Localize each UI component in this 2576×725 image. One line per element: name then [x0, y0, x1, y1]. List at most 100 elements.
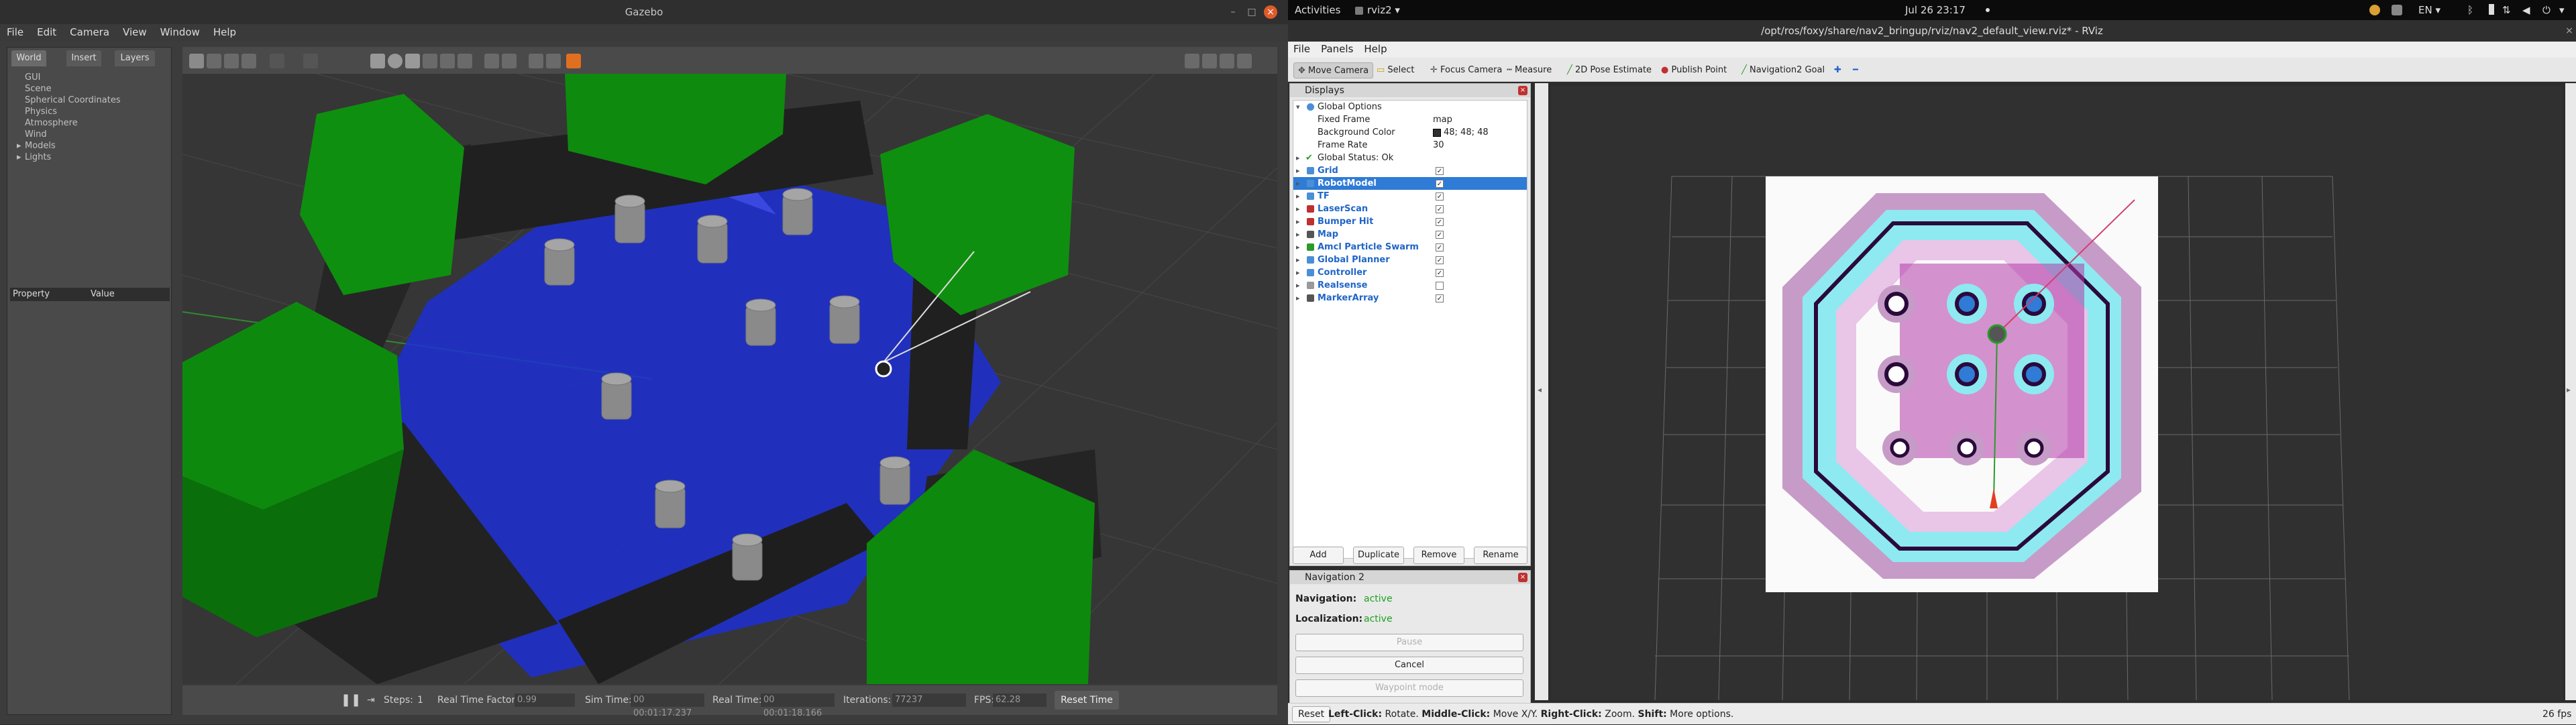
display-row-realsense[interactable]: ▸ Realsense [1293, 279, 1527, 292]
rename-button[interactable]: Rename [1474, 547, 1527, 564]
display-enabled-checkbox[interactable]: ✓ [1436, 192, 1444, 201]
display-enabled-checkbox[interactable]: ✓ [1436, 218, 1444, 226]
display-enabled-checkbox[interactable]: ✓ [1436, 269, 1444, 277]
plot-icon[interactable] [1220, 54, 1234, 68]
expand-icon[interactable]: ▸ [1296, 190, 1300, 203]
display-row-amcl-particle-swarm[interactable]: ▸ Amcl Particle Swarm ✓ [1293, 241, 1527, 254]
menu-help[interactable]: Help [207, 24, 243, 38]
rviz-menu-help[interactable]: Help [1358, 42, 1392, 55]
expand-icon[interactable]: ▸ [1296, 164, 1300, 177]
remove-button[interactable]: Remove [1413, 547, 1464, 564]
tab-world[interactable]: World [11, 50, 46, 66]
tab-layers[interactable]: Layers [115, 50, 155, 66]
global-options-row[interactable]: ▾ Global Options [1293, 101, 1527, 113]
display-row-robotmodel[interactable]: ▸ RobotModel ✓ [1293, 177, 1527, 190]
tree-item-models[interactable]: Models [25, 140, 56, 152]
system-menu-icon[interactable]: ▾ [2559, 4, 2565, 16]
expand-icon[interactable]: ▸ [1296, 215, 1300, 228]
nav2-close-icon[interactable]: × [1518, 573, 1527, 582]
step-icon[interactable]: ⇥ [367, 693, 375, 707]
remove-tool-icon[interactable]: ━ [1849, 62, 1862, 78]
display-row-markerarray[interactable]: ▸ MarkerArray ✓ [1293, 292, 1527, 304]
copy-icon[interactable] [484, 54, 499, 68]
tree-item-wind[interactable]: Wind [25, 129, 47, 140]
display-row-tf[interactable]: ▸ TF ✓ [1293, 190, 1527, 203]
tool-measure[interactable]: ┅ Measure [1503, 62, 1556, 78]
minimize-button[interactable]: – [1226, 5, 1240, 19]
tab-insert[interactable]: Insert [66, 50, 101, 66]
fixed-frame-value[interactable]: map [1433, 113, 1452, 126]
tool-navigation2-goal[interactable]: ╱ Navigation2 Goal [1737, 62, 1829, 78]
display-row-laserscan[interactable]: ▸ LaserScan ✓ [1293, 203, 1527, 215]
global-status-row[interactable]: ▸ ✔ Global Status: Ok [1293, 152, 1527, 164]
waypoint-mode-button[interactable]: Waypoint mode [1295, 679, 1523, 697]
bluetooth-icon[interactable]: ᛒ [2467, 4, 2473, 16]
tree-item-lights[interactable]: Lights [25, 152, 51, 163]
color-swatch[interactable] [1433, 129, 1441, 137]
rviz-menu-panels[interactable]: Panels [1316, 42, 1358, 55]
right-splitter[interactable]: ▸ [2565, 83, 2576, 700]
display-row-grid[interactable]: ▸ Grid ✓ [1293, 164, 1527, 177]
volume-icon[interactable]: ◀ [2522, 4, 2530, 16]
pause-icon[interactable]: ❚❚ [341, 693, 361, 707]
display-enabled-checkbox[interactable]: ✓ [1436, 294, 1444, 302]
display-row-global-planner[interactable]: ▸ Global Planner ✓ [1293, 254, 1527, 266]
log-icon[interactable] [1202, 54, 1217, 68]
battery-icon[interactable] [2489, 4, 2494, 15]
menu-window[interactable]: Window [154, 24, 207, 38]
duplicate-button[interactable]: Duplicate [1353, 547, 1404, 564]
add-tool-icon[interactable]: ✚ [1830, 62, 1845, 78]
spot-light-icon[interactable] [440, 54, 455, 68]
gazebo-3d-scene[interactable] [182, 74, 1277, 684]
power-icon[interactable]: ⏻ [2542, 4, 2551, 16]
expand-icon[interactable]: ▸ [1296, 228, 1300, 241]
tool-publish-point[interactable]: ● Publish Point [1657, 62, 1731, 78]
rviz-close-button[interactable]: × [2563, 24, 2576, 38]
rotate-mode-icon[interactable] [224, 54, 239, 68]
collapse-icon[interactable]: ▾ [1296, 101, 1300, 113]
fixed-frame-row[interactable]: Fixed Frame map [1293, 113, 1527, 126]
change-view-icon[interactable] [566, 54, 581, 68]
frame-rate-row[interactable]: Frame Rate 30 [1293, 139, 1527, 152]
expand-icon[interactable]: ▸ [1296, 266, 1300, 279]
display-enabled-checkbox[interactable]: ✓ [1436, 243, 1444, 252]
select-mode-icon[interactable] [189, 54, 204, 68]
expand-icon[interactable]: ▸ [1296, 203, 1300, 215]
align-icon[interactable] [529, 54, 543, 68]
language-selector[interactable]: EN ▾ [2418, 4, 2440, 16]
rviz-3d-view[interactable] [1551, 86, 2563, 700]
frame-rate-value[interactable]: 30 [1433, 139, 1444, 152]
tool-focus-camera[interactable]: ✛ Focus Camera [1426, 62, 1506, 78]
screenshot-icon[interactable] [1185, 54, 1199, 68]
tool-move-camera[interactable]: ✥ Move Camera [1293, 62, 1374, 78]
expand-icon[interactable]: ▸ [1296, 279, 1300, 292]
expand-icon[interactable]: ▸ [1296, 177, 1300, 190]
displays-close-icon[interactable]: × [1518, 86, 1527, 95]
activities-button[interactable]: Activities [1295, 4, 1340, 16]
pause-button[interactable]: Pause [1295, 634, 1523, 651]
add-button[interactable]: Add [1293, 547, 1344, 564]
tool-select[interactable]: ▭ Select [1373, 62, 1419, 78]
display-enabled-checkbox[interactable]: ✓ [1436, 180, 1444, 188]
collapse-right-icon[interactable]: ▸ [2567, 385, 2571, 394]
redo-icon[interactable] [303, 54, 318, 68]
network-icon[interactable]: ⇅ [2502, 4, 2511, 16]
display-row-bumper-hit[interactable]: ▸ Bumper Hit ✓ [1293, 215, 1527, 228]
display-row-map[interactable]: ▸ Map ✓ [1293, 228, 1527, 241]
display-enabled-checkbox[interactable]: ✓ [1436, 205, 1444, 213]
tree-expand-models[interactable]: ▸ [17, 140, 21, 152]
maximize-button[interactable]: □ [1245, 5, 1258, 19]
expand-icon[interactable]: ▸ [1296, 254, 1300, 266]
expand-icon[interactable]: ▸ [1296, 292, 1300, 304]
display-enabled-checkbox[interactable] [1436, 282, 1444, 290]
reset-button[interactable]: Reset [1292, 706, 1331, 722]
menu-view[interactable]: View [116, 24, 154, 38]
cylinder-shape-icon[interactable] [405, 54, 420, 68]
collapse-left-icon[interactable]: ◂ [1538, 385, 1542, 394]
video-record-icon[interactable] [1237, 54, 1252, 68]
left-splitter[interactable]: ◂ [1535, 83, 1548, 700]
translate-mode-icon[interactable] [207, 54, 221, 68]
scale-mode-icon[interactable] [241, 54, 256, 68]
point-light-icon[interactable] [423, 54, 437, 68]
paste-icon[interactable] [502, 54, 517, 68]
